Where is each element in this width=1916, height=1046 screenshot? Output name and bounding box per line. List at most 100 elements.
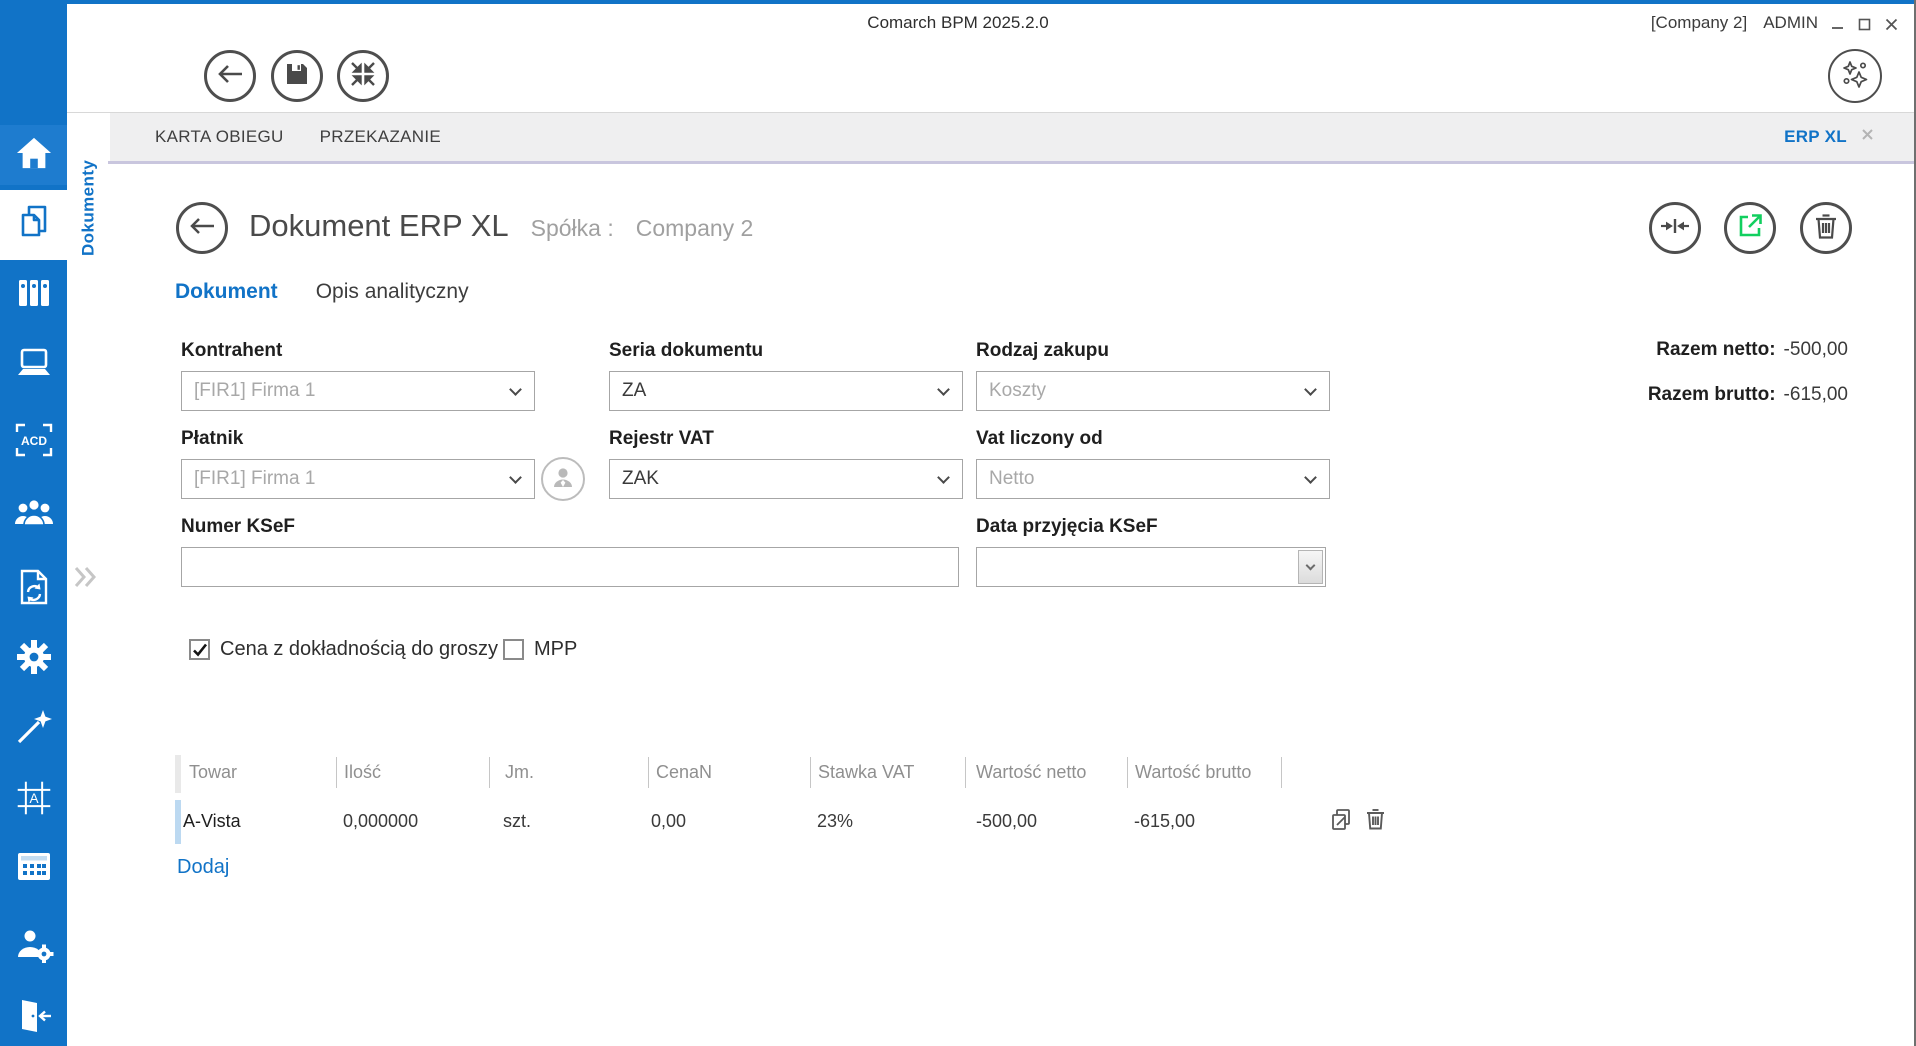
kontrahent-select[interactable]: [FIR1] Firma 1: [181, 371, 535, 411]
home-icon: [14, 135, 54, 176]
rodzaj-select[interactable]: Koszty: [976, 371, 1330, 411]
vat-od-select[interactable]: Netto: [976, 459, 1330, 499]
rodzaj-label: Rodzaj zakupu: [976, 340, 1109, 362]
tab-przekazanie[interactable]: PRZEKAZANIE: [320, 127, 441, 147]
external-link-icon: [1737, 212, 1764, 244]
app-window: Comarch BPM 2025.2.0 [Company 2] ADMIN: [0, 0, 1916, 1046]
total-brutto: Razem brutto:-615,00: [1648, 384, 1848, 406]
column-divider: [1127, 757, 1128, 788]
col-stawka[interactable]: Stawka VAT: [818, 762, 914, 783]
add-item-link[interactable]: Dodaj: [177, 856, 229, 879]
double-chevron-icon: [73, 575, 99, 592]
sidebar-item-logout[interactable]: [0, 988, 67, 1046]
acd-scan-icon: ACD: [14, 422, 54, 463]
sidebar-expander[interactable]: [73, 566, 99, 593]
sidebar-item-acd[interactable]: ACD: [0, 412, 67, 472]
checkbox-mpp[interactable]: MPP: [503, 638, 577, 661]
sidebar-item-administration[interactable]: [0, 917, 67, 977]
page-back-button[interactable]: [176, 202, 228, 254]
col-towar[interactable]: Towar: [189, 762, 237, 783]
col-ilosc[interactable]: Ilość: [344, 762, 381, 783]
tab-erp-xl[interactable]: ERP XL: [1784, 127, 1847, 147]
document-sync-icon: [17, 568, 51, 611]
back-arrow-icon: [189, 217, 215, 240]
cell-jm[interactable]: szt.: [503, 811, 531, 832]
merge-arrows-icon: [1660, 216, 1690, 241]
rodzaj-value: Koszty: [989, 380, 1046, 402]
binders-icon: [15, 276, 53, 315]
company-value: Company 2: [636, 215, 754, 242]
col-jm[interactable]: Jm.: [505, 762, 534, 783]
column-divider: [1281, 757, 1282, 788]
seria-label: Seria dokumentu: [609, 340, 763, 362]
platnik-value: [FIR1] Firma 1: [194, 468, 315, 490]
tab-opis-analityczny[interactable]: Opis analityczny: [316, 280, 469, 304]
collapse-button[interactable]: [337, 50, 389, 102]
platnik-person-button[interactable]: [541, 457, 585, 501]
data-ksef-input[interactable]: [976, 547, 1326, 587]
frame-a-letter: A: [29, 790, 39, 805]
row-edit-button[interactable]: [1330, 808, 1352, 837]
sidebar-item-home[interactable]: [0, 125, 67, 185]
window-top-accent: [0, 0, 1916, 4]
rejestr-select[interactable]: ZAK: [609, 459, 963, 499]
total-netto-label: Razem netto:: [1656, 339, 1775, 360]
checkbox-label: Cena z dokładnością do groszy: [220, 638, 498, 661]
checkbox-box: [189, 639, 210, 660]
sidebar-item-documents[interactable]: [0, 190, 67, 260]
tab-dokument[interactable]: Dokument: [175, 280, 278, 304]
delete-document-button[interactable]: [1800, 202, 1852, 254]
tabbar-bottom-accent: [108, 161, 1916, 164]
sidebar-item-wizard[interactable]: [0, 699, 67, 759]
frame-a-icon: A: [15, 779, 53, 822]
numer-ksef-input[interactable]: [181, 547, 959, 587]
checkbox-label: MPP: [534, 638, 577, 661]
save-floppy-icon: [285, 62, 309, 91]
date-picker-button[interactable]: [1298, 550, 1323, 584]
sidebar-item-substitutions[interactable]: A: [0, 770, 67, 830]
people-icon: [13, 497, 55, 534]
minimize-button[interactable]: [1830, 17, 1844, 31]
cell-ilosc[interactable]: 0,000000: [343, 811, 418, 832]
row-delete-button[interactable]: [1366, 808, 1385, 835]
cell-stawka[interactable]: 23%: [817, 811, 853, 832]
merge-document-button[interactable]: [1649, 202, 1701, 254]
module-tab-dokumenty[interactable]: Dokumenty: [67, 148, 110, 268]
cell-cenan[interactable]: 0,00: [651, 811, 686, 832]
sidebar-item-settings[interactable]: [0, 629, 67, 689]
seria-select[interactable]: ZA: [609, 371, 963, 411]
chevron-down-icon: [1304, 471, 1317, 484]
checkbox-cena-groszy[interactable]: Cena z dokładnością do groszy: [189, 638, 498, 661]
col-brutto[interactable]: Wartość brutto: [1135, 762, 1251, 783]
sidebar-item-workstation[interactable]: [0, 335, 67, 395]
sidebar-item-numerators[interactable]: [0, 839, 67, 899]
total-brutto-label: Razem brutto:: [1648, 384, 1776, 405]
trash-icon: [1815, 213, 1837, 244]
rejestr-label: Rejestr VAT: [609, 428, 714, 450]
collapse-arrows-icon: [350, 61, 376, 92]
current-user[interactable]: ADMIN: [1763, 13, 1818, 33]
maximize-button[interactable]: [1857, 17, 1871, 31]
col-netto[interactable]: Wartość netto: [976, 762, 1086, 783]
close-button[interactable]: [1884, 17, 1898, 31]
open-in-erp-button[interactable]: [1724, 202, 1776, 254]
sparkles-icon: [1838, 57, 1872, 96]
ai-assistant-button[interactable]: [1828, 49, 1882, 103]
chevron-down-icon: [509, 383, 522, 396]
save-button[interactable]: [271, 50, 323, 102]
cell-towar[interactable]: A-Vista: [183, 811, 241, 832]
platnik-select[interactable]: [FIR1] Firma 1: [181, 459, 535, 499]
cell-netto[interactable]: -500,00: [976, 811, 1037, 832]
back-button[interactable]: [204, 50, 256, 102]
sidebar-item-document-exchange[interactable]: [0, 559, 67, 619]
chevron-down-icon: [1306, 561, 1316, 571]
person-icon: [550, 464, 576, 495]
tab-close-icon[interactable]: [1861, 128, 1874, 146]
user-gear-icon: [14, 927, 54, 968]
cell-brutto[interactable]: -615,00: [1134, 811, 1195, 832]
col-cenan[interactable]: CenaN: [656, 762, 712, 783]
sidebar-item-archives[interactable]: [0, 265, 67, 325]
sidebar-item-contractors[interactable]: [0, 485, 67, 545]
gear-icon: [15, 638, 53, 681]
tab-karta-obiegu[interactable]: KARTA OBIEGU: [155, 127, 284, 147]
